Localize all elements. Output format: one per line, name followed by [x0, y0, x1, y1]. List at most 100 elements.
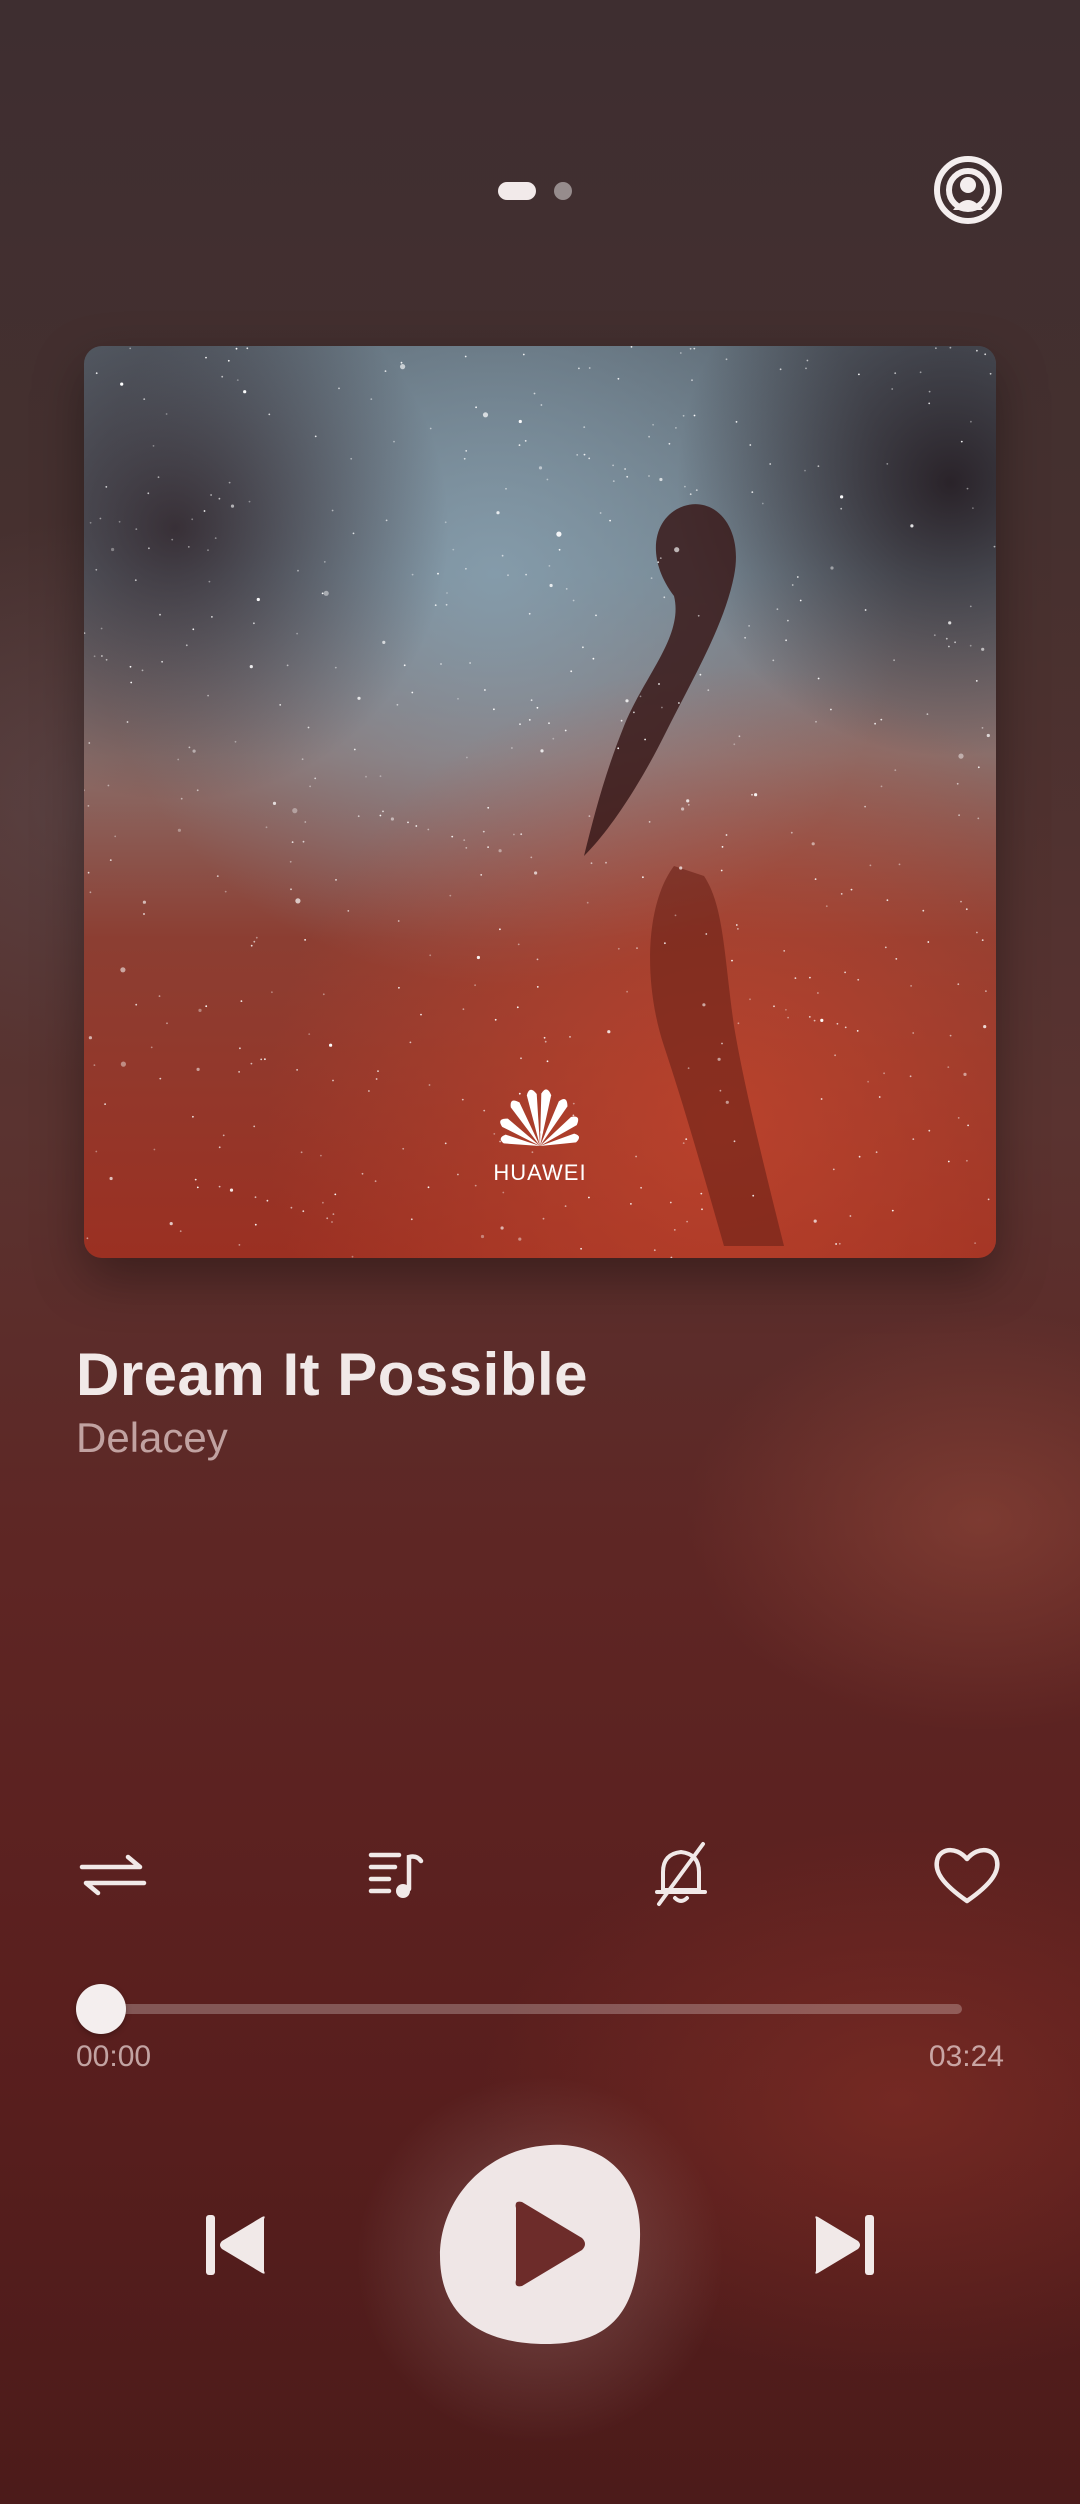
star [653, 1249, 656, 1252]
star [695, 489, 698, 491]
star [958, 753, 964, 759]
star [702, 1003, 706, 1007]
star [227, 359, 230, 362]
star [749, 998, 751, 1001]
play-button[interactable] [434, 2138, 646, 2350]
star [475, 406, 477, 409]
progress-track[interactable] [98, 2004, 962, 2014]
star [420, 1013, 422, 1016]
artist-name[interactable]: Delacey [76, 1414, 976, 1462]
star [382, 640, 386, 644]
star [977, 817, 980, 820]
star [384, 370, 387, 372]
star [787, 1016, 789, 1019]
star [707, 689, 710, 692]
star [483, 1109, 486, 1112]
star [216, 875, 219, 877]
star [548, 565, 551, 567]
star [135, 1003, 138, 1006]
star [663, 596, 666, 599]
next-button[interactable] [800, 2200, 890, 2290]
star [684, 485, 686, 488]
progress-slider[interactable] [76, 1984, 986, 2034]
star [350, 457, 353, 460]
previous-button[interactable] [190, 2200, 280, 2290]
star [188, 746, 191, 749]
star [935, 347, 937, 350]
cast-button[interactable] [928, 150, 1008, 230]
star [850, 888, 853, 891]
star [352, 532, 355, 535]
star [617, 747, 620, 750]
star [300, 1151, 303, 1154]
star [533, 392, 536, 395]
star [279, 704, 282, 706]
star [390, 817, 394, 821]
star [796, 576, 799, 578]
star [592, 657, 595, 660]
star [725, 1100, 729, 1104]
star [194, 1178, 197, 1181]
star [912, 1032, 915, 1034]
star [465, 450, 468, 452]
star [682, 414, 685, 417]
star [88, 1036, 92, 1040]
star [177, 828, 181, 832]
star [153, 1148, 156, 1151]
star [835, 1243, 837, 1245]
star [254, 1223, 257, 1226]
huawei-logo-text: HUAWEI [493, 1160, 586, 1185]
star [321, 592, 324, 595]
repeat-button[interactable] [68, 1830, 158, 1920]
star [813, 1019, 816, 1022]
star [691, 379, 693, 382]
star [912, 1138, 915, 1140]
star [945, 637, 948, 640]
star [329, 1043, 333, 1047]
star [966, 487, 969, 490]
star [605, 861, 607, 864]
star [586, 901, 589, 904]
star [811, 842, 815, 846]
star [469, 662, 471, 664]
favorite-button[interactable] [922, 1830, 1012, 1920]
star [825, 905, 828, 908]
star [253, 1125, 256, 1128]
star [543, 1036, 546, 1039]
star [393, 440, 395, 443]
star [815, 720, 817, 723]
star [161, 660, 163, 663]
star [657, 561, 660, 564]
skip-next-icon [815, 2215, 874, 2275]
progress-thumb[interactable] [76, 1984, 126, 2034]
star [239, 1047, 241, 1050]
star [444, 1142, 447, 1145]
star [544, 1040, 547, 1043]
star [250, 944, 253, 947]
total-duration: 03:24 [928, 2040, 1004, 2073]
star [382, 810, 384, 813]
page-indicator[interactable] [498, 182, 572, 200]
star [549, 583, 553, 588]
star [725, 834, 728, 836]
album-cover[interactable]: HUAWEI [84, 346, 996, 1258]
playlist-button[interactable] [352, 1830, 442, 1920]
star [830, 566, 834, 570]
star [207, 694, 209, 697]
star [986, 733, 990, 738]
star [437, 572, 439, 575]
star [910, 985, 912, 987]
ringtone-button[interactable] [636, 1830, 726, 1920]
star [886, 899, 889, 902]
star [87, 871, 90, 874]
star [817, 992, 819, 994]
star [630, 346, 633, 348]
star [104, 1103, 106, 1105]
star [148, 547, 150, 550]
star [249, 665, 253, 669]
star [787, 619, 789, 622]
star [114, 835, 117, 838]
star [919, 371, 922, 374]
star [208, 580, 211, 583]
star [105, 658, 108, 661]
